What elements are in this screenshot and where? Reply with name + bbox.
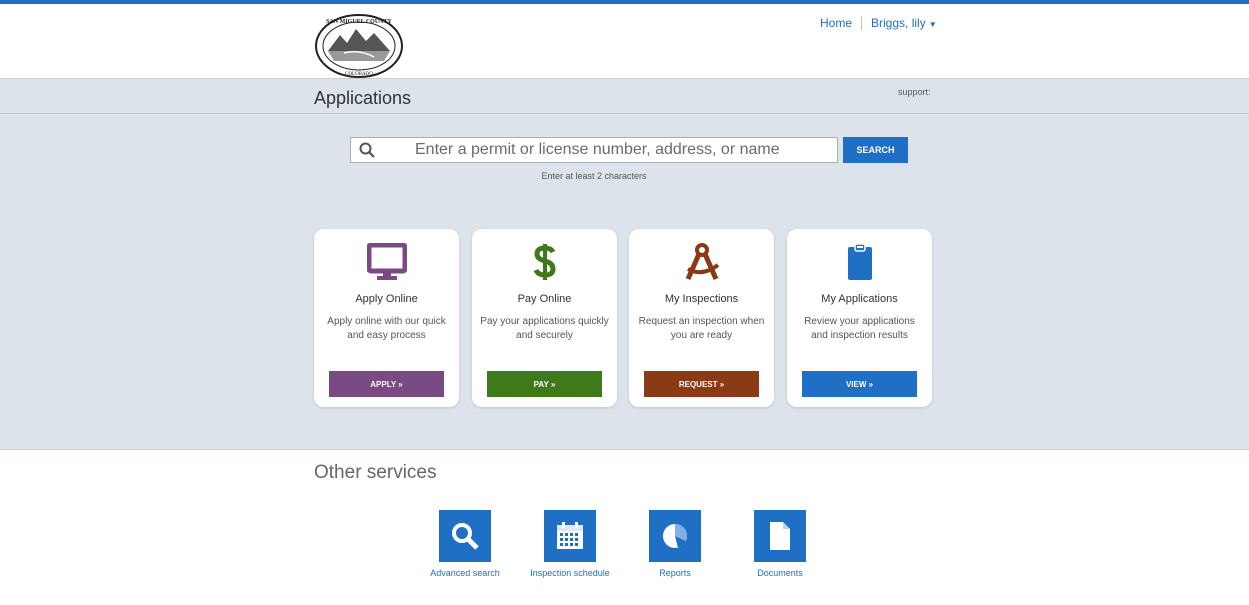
magnifier-icon <box>452 523 479 550</box>
card-title: Apply Online <box>355 293 418 305</box>
hero-section: SEARCH Enter at least 2 characters Apply… <box>0 114 1249 450</box>
apply-button[interactable]: APPLY » <box>329 371 444 397</box>
view-button[interactable]: VIEW » <box>802 371 917 397</box>
card-pay-online: Pay Online Pay your applications quickly… <box>472 229 617 407</box>
user-name: Briggs, lily <box>871 16 926 30</box>
applications-bar: Applications support: <box>0 78 1249 114</box>
top-nav: Home Briggs, lily ▼ <box>820 16 937 30</box>
caret-down-icon: ▼ <box>928 20 937 29</box>
search-icon <box>359 142 375 158</box>
compass-icon <box>685 243 719 281</box>
pay-button[interactable]: PAY » <box>487 371 602 397</box>
search-input[interactable] <box>387 138 827 162</box>
card-description: Apply online with our quick and easy pro… <box>327 316 446 341</box>
svg-text:COLORADO: COLORADO <box>345 72 373 77</box>
search-button[interactable]: SEARCH <box>843 137 908 163</box>
calendar-icon <box>557 522 583 549</box>
header: SAN MIGUEL COUNTY COLORADO Home Briggs, … <box>0 4 1249 78</box>
card-description: Review your applications and inspection … <box>804 316 915 341</box>
service-label: Reports <box>659 568 691 578</box>
service-label: Advanced search <box>430 568 500 578</box>
svg-text:SAN MIGUEL COUNTY: SAN MIGUEL COUNTY <box>326 19 392 25</box>
card-title: My Inspections <box>664 293 739 305</box>
service-reports[interactable]: Reports <box>630 510 720 578</box>
card-title: Pay Online <box>517 293 572 305</box>
page-title: Applications <box>314 88 412 108</box>
user-menu[interactable]: Briggs, lily ▼ <box>871 16 937 30</box>
support-label: support: <box>898 87 931 97</box>
county-seal-logo[interactable]: SAN MIGUEL COUNTY COLORADO <box>314 13 404 79</box>
card-my-applications: My Applications Review your applications… <box>787 229 932 407</box>
dollar-icon <box>533 244 556 280</box>
service-label: Documents <box>757 568 803 578</box>
clipboard-icon <box>847 243 872 280</box>
other-services-title: Other services <box>314 462 437 483</box>
request-button[interactable]: REQUEST » <box>644 371 759 397</box>
home-link[interactable]: Home <box>820 16 852 30</box>
service-documents[interactable]: Documents <box>735 510 825 578</box>
document-icon <box>770 522 790 550</box>
search-box <box>350 137 838 163</box>
service-label: Inspection schedule <box>530 568 610 578</box>
monitor-icon <box>366 243 407 280</box>
card-description: Request an inspection when you are ready <box>638 316 765 341</box>
pie-chart-icon <box>663 523 688 548</box>
search-hint: Enter at least 2 characters <box>541 171 647 181</box>
service-inspection-schedule[interactable]: Inspection schedule <box>525 510 615 578</box>
card-title: My Applications <box>821 293 898 305</box>
service-advanced-search[interactable]: Advanced search <box>420 510 510 578</box>
nav-divider <box>861 16 863 30</box>
card-description: Pay your applications quickly and secure… <box>480 316 609 341</box>
card-apply-online: Apply Online Apply online with our quick… <box>314 229 459 407</box>
card-my-inspections: My Inspections Request an inspection whe… <box>629 229 774 407</box>
